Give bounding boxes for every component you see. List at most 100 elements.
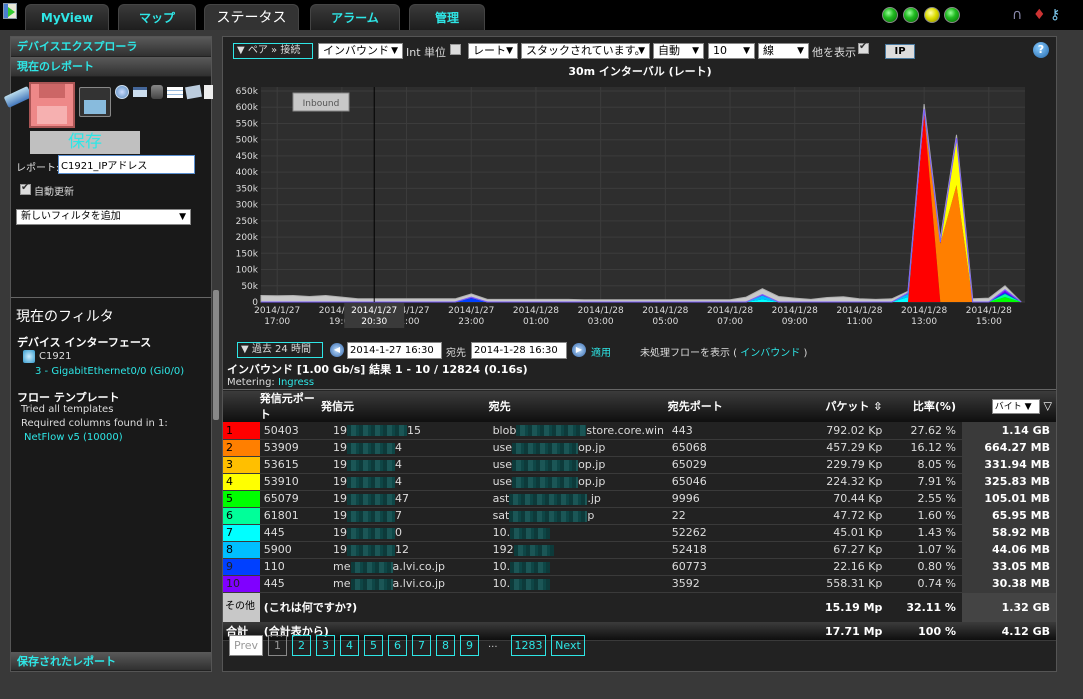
table-row[interactable]: 10 445 me a.lvi.co.jp 10. 3592 558.31 Kp 0.74 %… [223, 575, 1056, 593]
dst-port-header[interactable]: 宛先ポート [667, 389, 781, 422]
page-2-button[interactable]: 2 [292, 635, 311, 656]
app-logo-icon[interactable] [3, 3, 17, 19]
last-page-button[interactable]: 1283 [511, 635, 546, 656]
current-report-header[interactable]: 現在のレポート [11, 57, 211, 77]
src-port-cell[interactable]: 110 [259, 558, 322, 576]
dst-port-cell[interactable]: 3592 [667, 575, 781, 593]
page-7-button[interactable]: 7 [412, 635, 431, 656]
prev-page-button[interactable]: Prev [229, 635, 263, 656]
table-row[interactable]: 6 61801 19 7 sat p 22 47.72 Kp 1.60 % 65.95 MB [223, 507, 1056, 525]
page-4-button[interactable]: 4 [340, 635, 359, 656]
from-date-input[interactable] [347, 342, 442, 359]
status-light-4-icon[interactable] [944, 7, 960, 23]
bytes-unit-select[interactable]: バイト ▼ [991, 398, 1040, 414]
headphones-icon[interactable]: ∩ [1012, 7, 1022, 23]
src-cell[interactable]: me a.lvi.co.jp [321, 575, 489, 593]
dst-cell[interactable]: 192 [488, 541, 668, 559]
table-row[interactable]: 4 53910 19 4 use op.jp 65046 224.32 Kp 7.91 % 325… [223, 473, 1056, 491]
page-1-button[interactable]: 1 [268, 635, 287, 656]
src-cell[interactable]: 19 7 [321, 507, 489, 525]
src-cell[interactable]: 19 4 [321, 473, 489, 491]
table-row[interactable]: 5 65079 19 47 ast .jp 9996 70.44 Kp 2.55 % 105.01… [223, 490, 1056, 508]
tab-admin[interactable]: 管理 [409, 4, 485, 30]
src-cell[interactable]: 19 47 [321, 490, 489, 508]
save-as-icon[interactable] [79, 87, 111, 117]
dst-port-cell[interactable]: 65029 [667, 456, 781, 474]
tab-myview[interactable]: MyView [25, 4, 109, 30]
page-3-button[interactable]: 3 [316, 635, 335, 656]
pdf-icon[interactable] [204, 85, 213, 99]
auto-update-checkbox[interactable] [20, 182, 31, 195]
time-range-toggle[interactable]: ▼ 過去 24 時間 [237, 342, 323, 358]
metering-ingress-link[interactable]: Ingress [278, 377, 314, 388]
dst-port-cell[interactable]: 9996 [667, 490, 781, 508]
dst-port-cell[interactable]: 52262 [667, 524, 781, 542]
column-menu-icon[interactable]: ▽ [1044, 399, 1052, 412]
table-row[interactable]: 2 53909 19 4 use op.jp 65068 457.29 Kp 16.12 % 66… [223, 439, 1056, 457]
email-icon[interactable] [185, 84, 202, 100]
dst-cell[interactable]: use op.jp [488, 473, 668, 491]
src-cell[interactable]: 19 15 [321, 422, 489, 440]
status-light-1-icon[interactable] [882, 7, 898, 23]
dst-cell[interactable]: use op.jp [488, 439, 668, 457]
print-icon[interactable] [133, 87, 147, 97]
add-filter-select[interactable]: 新しいフィルタを追加 ▼ [16, 209, 191, 225]
tab-status[interactable]: ステータス [204, 4, 299, 31]
netflow-template-link[interactable]: NetFlow v5 (10000) [24, 432, 123, 443]
next-page-button[interactable]: Next [551, 635, 585, 656]
table-row[interactable]: 3 53615 19 4 use op.jp 65029 229.79 Kp 8.05 % 331… [223, 456, 1056, 474]
src-port-header[interactable]: 発信元ポート [259, 389, 322, 422]
dst-port-cell[interactable]: 60773 [667, 558, 781, 576]
src-cell[interactable]: me a.lvi.co.jp [321, 558, 489, 576]
src-port-cell[interactable]: 445 [259, 524, 322, 542]
dst-cell[interactable]: use op.jp [488, 456, 668, 474]
sort-icon[interactable]: ⇳ [873, 400, 882, 413]
status-light-3-icon[interactable] [924, 7, 940, 23]
status-light-2-icon[interactable] [903, 7, 919, 23]
src-port-cell[interactable]: 61801 [259, 507, 322, 525]
dst-cell[interactable]: sat p [488, 507, 668, 525]
page-5-button[interactable]: 5 [364, 635, 383, 656]
save-button[interactable]: 保存 [30, 131, 140, 154]
src-port-cell[interactable]: 53909 [259, 439, 322, 457]
next-period-icon[interactable]: ▶ [572, 343, 586, 357]
dst-cell[interactable]: 10. [488, 558, 668, 576]
src-cell[interactable]: 19 0 [321, 524, 489, 542]
report-name-input[interactable] [58, 155, 195, 174]
dst-cell[interactable]: ast .jp [488, 490, 668, 508]
table-row[interactable]: 1 50403 19 15 blob store.core.win 443 792.02 Kp… [223, 422, 1056, 440]
src-header[interactable]: 発信元 [321, 389, 489, 422]
src-cell[interactable]: 19 4 [321, 456, 489, 474]
apply-link[interactable]: 適用 [591, 344, 611, 359]
dst-port-cell[interactable]: 443 [667, 422, 781, 440]
packets-header[interactable]: パケット ⇳ [780, 389, 889, 422]
table-row[interactable]: 8 5900 19 12 192 52418 67.27 Kp 1.07 % 44.06 MB [223, 541, 1056, 559]
table-row[interactable]: 9 110 me a.lvi.co.jp 10. 60773 22.16 Kp 0.80 % 3… [223, 558, 1056, 576]
src-port-cell[interactable]: 445 [259, 575, 322, 593]
dst-header[interactable]: 宛先 [488, 389, 668, 422]
saved-reports-header[interactable]: 保存されたレポート [11, 652, 211, 671]
device-explorer-header[interactable]: デバイスエクスプローラ [11, 37, 211, 57]
ratio-header[interactable]: 比率(%) [888, 389, 962, 422]
dst-port-cell[interactable]: 65068 [667, 439, 781, 457]
tab-map[interactable]: マップ [118, 4, 196, 30]
sidebar-collapse-handle[interactable] [213, 290, 219, 420]
schedule-icon[interactable] [115, 85, 129, 99]
tools-icon[interactable]: ⚷ [1050, 7, 1060, 23]
dst-port-cell[interactable]: 65046 [667, 473, 781, 491]
table-icon[interactable] [167, 87, 183, 98]
src-port-cell[interactable]: 50403 [259, 422, 322, 440]
dst-cell[interactable]: 10. [488, 524, 668, 542]
device-name[interactable]: C1921 [39, 351, 71, 362]
previous-period-icon[interactable]: ◀ [330, 343, 344, 357]
to-date-input[interactable] [471, 342, 567, 359]
other-help-link[interactable]: (これは何ですか?) [259, 592, 781, 623]
dst-port-cell[interactable]: 52418 [667, 541, 781, 559]
raw-flows-inbound-link[interactable]: インバウンド [740, 348, 800, 359]
save-icon[interactable] [29, 82, 75, 128]
dst-cell[interactable]: blob store.core.win [488, 422, 668, 440]
src-port-cell[interactable]: 65079 [259, 490, 322, 508]
src-cell[interactable]: 19 4 [321, 439, 489, 457]
tab-alarm[interactable]: アラーム [310, 4, 400, 30]
page-9-button[interactable]: 9 [460, 635, 479, 656]
